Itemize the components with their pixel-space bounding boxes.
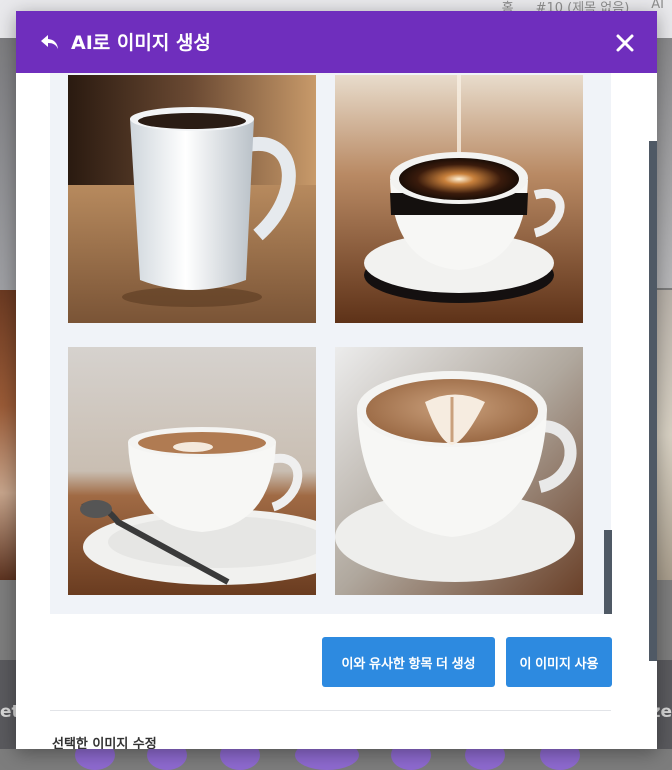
- background-image-right: [656, 290, 672, 580]
- generated-image-2[interactable]: [335, 75, 583, 323]
- image-gallery: [50, 73, 611, 614]
- coffee-mug-image: [68, 75, 316, 323]
- gallery-scrollbar-thumb[interactable]: [604, 530, 612, 614]
- background-image-left: [0, 290, 16, 580]
- edit-selected-image-label: 선택한 이미지 수정: [52, 737, 157, 749]
- background-image-right-top: [656, 38, 672, 288]
- generated-image-1[interactable]: [68, 75, 316, 323]
- ai-image-modal: AI로 이미지 생성 이와 유사한 항목 더 생성 이 이미지 사용 선택한 이…: [16, 11, 657, 749]
- undo-arrow-icon[interactable]: [38, 30, 62, 54]
- generate-similar-button[interactable]: 이와 유사한 항목 더 생성: [322, 637, 495, 687]
- generated-image-4[interactable]: [335, 347, 583, 595]
- divider: [50, 710, 611, 711]
- background-image-left-top: [0, 38, 16, 290]
- coffee-cup-steam-image: [335, 75, 583, 323]
- latte-art-image: [335, 347, 583, 595]
- modal-header: AI로 이미지 생성: [16, 11, 657, 73]
- modal-title: AI로 이미지 생성: [71, 32, 211, 54]
- modal-scrollbar[interactable]: [649, 141, 657, 661]
- close-icon[interactable]: [615, 33, 635, 53]
- use-image-button[interactable]: 이 이미지 사용: [506, 637, 612, 687]
- generated-image-3[interactable]: [68, 347, 316, 595]
- latte-spoon-image: [68, 347, 316, 595]
